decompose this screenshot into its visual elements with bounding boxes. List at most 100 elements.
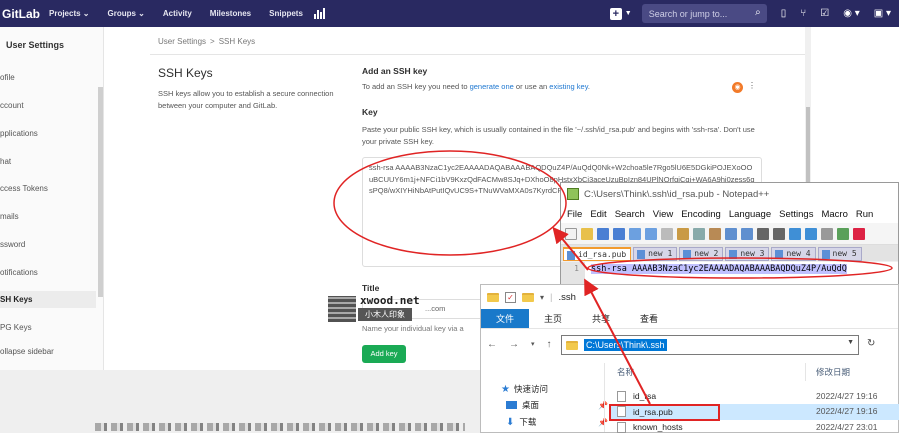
replace-icon[interactable] (773, 227, 785, 240)
column-separator[interactable] (805, 363, 806, 381)
add-key-button[interactable]: Add key (362, 345, 406, 363)
record-macro-icon[interactable] (853, 227, 865, 240)
merge-request-icon[interactable]: ⑂ (800, 8, 806, 19)
redo-icon[interactable] (741, 227, 753, 240)
sidebar-item-notifications[interactable]: otifications (0, 264, 96, 281)
sidebar-item-chat[interactable]: hat (0, 153, 96, 170)
address-path[interactable]: C:\Users\Think\.ssh (584, 339, 667, 351)
sidebar-item-emails[interactable]: mails (0, 208, 96, 225)
chevron-down-icon[interactable]: ▼ (625, 10, 632, 17)
properties-icon[interactable]: ✓ (505, 291, 516, 303)
file-row-selected[interactable]: id_rsa.pub 2022/4/27 19:16 (609, 404, 899, 421)
forward-arrow-icon[interactable]: → (509, 339, 519, 350)
nav-quick-access[interactable]: ★ 快速访问 (501, 383, 548, 395)
collapse-sidebar-button[interactable]: ollapse sidebar (0, 343, 96, 360)
file-row[interactable]: known_hosts 2022/4/27 23:01 (609, 420, 899, 433)
new-file-icon[interactable] (565, 227, 577, 240)
nav-snippets[interactable]: Snippets (260, 9, 312, 18)
sidebar-item-password[interactable]: ssword (0, 236, 96, 253)
notepad-titlebar[interactable]: C:\Users\Think\.ssh\id_rsa.pub - Notepad… (561, 183, 898, 205)
paste-icon[interactable] (709, 227, 721, 240)
column-header-date[interactable]: 修改日期 (816, 366, 850, 378)
nav-desktop[interactable]: 桌面 📌 (506, 399, 608, 411)
gitlab-logo[interactable]: GitLab (0, 7, 40, 21)
nav-groups[interactable]: Groups ⌄ (99, 9, 154, 18)
new-folder-icon[interactable] (522, 292, 534, 302)
wrap-icon[interactable] (837, 227, 849, 240)
more-options-icon[interactable]: ⋮ (748, 81, 756, 90)
issues-icon[interactable]: ▯ (781, 8, 787, 19)
selected-key-text[interactable]: ssh-rsa AAAAB3NzaC1yc2EAAAADAQABAAABAQDQ… (591, 264, 847, 274)
menu-language[interactable]: Language (729, 209, 771, 220)
copy-icon[interactable] (693, 227, 705, 240)
print-icon[interactable] (661, 227, 673, 240)
generate-one-link[interactable]: generate one (470, 82, 514, 91)
menu-edit[interactable]: Edit (590, 209, 606, 220)
open-file-icon[interactable] (581, 227, 593, 240)
menu-settings[interactable]: Settings (779, 209, 813, 220)
sidebar-item-account[interactable]: ccount (0, 97, 96, 114)
tab-new-3[interactable]: new 3 (725, 247, 770, 261)
explorer-titlebar[interactable]: ✓ ▾ | .ssh (481, 285, 898, 309)
breadcrumb-ssh-keys[interactable]: SSH Keys (219, 37, 255, 46)
chart-icon[interactable] (313, 8, 326, 19)
existing-key-link[interactable]: existing key (549, 82, 588, 91)
extension-icon[interactable]: ◉ (732, 82, 743, 93)
tab-new-1[interactable]: new 1 (633, 247, 678, 261)
tab-new-5[interactable]: new 5 (817, 247, 862, 261)
nav-activity[interactable]: Activity (154, 9, 201, 18)
save-all-icon[interactable] (613, 227, 625, 240)
editor-line-1[interactable]: ssh-rsa AAAAB3NzaC1yc2EAAAADAQABAAABAQDQ… (591, 263, 847, 275)
ribbon-tab-file[interactable]: 文件 (481, 309, 530, 328)
sidebar-item-gpg-keys[interactable]: PG Keys (0, 319, 96, 336)
cut-icon[interactable] (677, 227, 689, 240)
sidebar-item-profile[interactable]: ofile (0, 69, 96, 86)
column-header-name[interactable]: 名称 (617, 366, 634, 378)
back-arrow-icon[interactable]: ← (487, 339, 497, 350)
zoom-in-icon[interactable] (789, 227, 801, 240)
sidebar-item-applications[interactable]: pplications (0, 125, 96, 142)
pane-divider[interactable] (604, 363, 605, 432)
ribbon-tab-home[interactable]: 主页 (529, 309, 577, 328)
nav-downloads[interactable]: ⬇ 下载 📌 (506, 416, 608, 428)
menu-file[interactable]: File (567, 209, 582, 220)
menu-view[interactable]: View (653, 209, 673, 220)
ribbon-tab-view[interactable]: 查看 (625, 309, 673, 328)
tab-new-4[interactable]: new 4 (771, 247, 816, 261)
sidebar-item-access-tokens[interactable]: ccess Tokens (0, 180, 96, 197)
file-row[interactable]: id_rsa 2022/4/27 19:16 (609, 389, 899, 405)
close-file-icon[interactable] (629, 227, 641, 240)
nav-milestones[interactable]: Milestones (201, 9, 260, 18)
address-dropdown-icon[interactable]: ▼ (847, 339, 854, 346)
tab-new-2[interactable]: new 2 (679, 247, 724, 261)
avatar[interactable]: ▣ ▾ (874, 8, 891, 19)
plus-icon[interactable]: + (609, 7, 622, 20)
up-arrow-icon[interactable]: ↑ (547, 339, 552, 350)
find-icon[interactable] (757, 227, 769, 240)
breadcrumb-user-settings[interactable]: User Settings (158, 37, 206, 46)
address-bar[interactable]: C:\Users\Think\.ssh ▼ (561, 335, 859, 355)
refresh-icon[interactable]: ↻ (867, 338, 875, 349)
menu-macro[interactable]: Macro (821, 209, 847, 220)
sync-icon[interactable] (821, 227, 833, 240)
nav-projects[interactable]: Projects ⌄ (40, 9, 99, 18)
save-icon[interactable] (597, 227, 609, 240)
pin-icon[interactable]: 📌 (598, 401, 608, 410)
address-folder-icon (566, 340, 578, 350)
search-input[interactable]: Search or jump to... ⌕ (641, 4, 767, 23)
close-all-icon[interactable] (645, 227, 657, 240)
sidebar-item-ssh-keys[interactable]: SH Keys (0, 291, 96, 308)
ribbon-tab-share[interactable]: 共享 (577, 309, 625, 328)
help-icon[interactable]: ◉ ▾ (843, 8, 860, 19)
menu-search[interactable]: Search (615, 209, 645, 220)
todo-icon[interactable]: ☑ (820, 8, 829, 19)
sidebar-scrollbar[interactable] (98, 87, 103, 297)
menu-run[interactable]: Run (856, 209, 873, 220)
menu-encoding[interactable]: Encoding (681, 209, 721, 220)
undo-icon[interactable] (725, 227, 737, 240)
zoom-out-icon[interactable] (805, 227, 817, 240)
pin-icon[interactable]: 📌 (598, 418, 608, 427)
chevron-down-icon[interactable]: ▾ (540, 293, 544, 302)
tab-id-rsa-pub[interactable]: id_rsa.pub (563, 247, 632, 261)
recent-chevron-icon[interactable]: ▾ (531, 340, 535, 348)
